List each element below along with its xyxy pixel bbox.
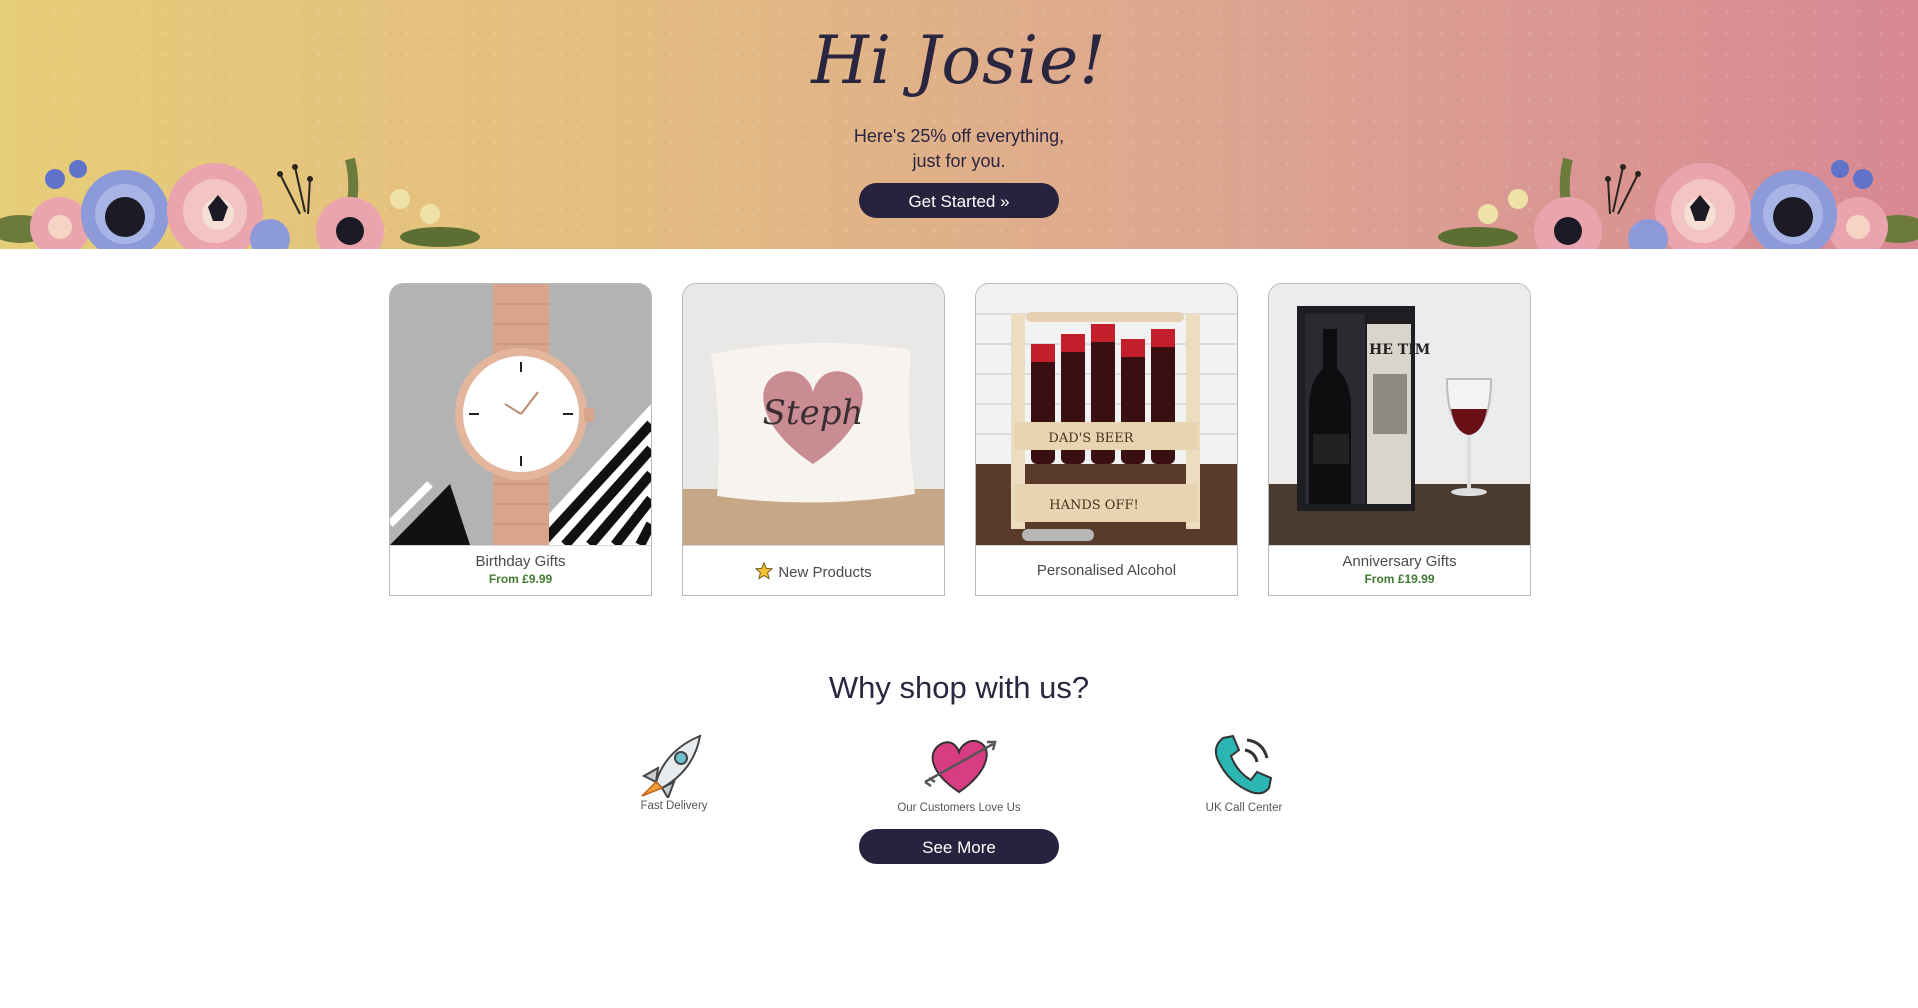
category-card-anniversary[interactable]: HE TIM Anniversary Gifts From £19.99	[1268, 283, 1531, 596]
personalised-alcohol-caption: Personalised Alcohol	[976, 545, 1237, 595]
get-started-button[interactable]: Get Started »	[859, 183, 1059, 218]
phone-icon	[1214, 734, 1273, 795]
svg-text:HANDS OFF!: HANDS OFF!	[1049, 498, 1138, 513]
feature-fast-delivery: Fast Delivery	[594, 730, 754, 812]
card-title: New Products	[778, 564, 872, 581]
svg-text:DAD'S BEER: DAD'S BEER	[1048, 431, 1134, 446]
new-products-image: Steph	[683, 284, 944, 545]
category-cards: Birthday Gifts From £9.99 Steph New Prod…	[389, 283, 1531, 597]
anniversary-gifts-caption: Anniversary Gifts From £19.99	[1269, 545, 1530, 595]
feature-label: Our Customers Love Us	[897, 802, 1021, 814]
svg-text:HE TIM: HE TIM	[1369, 342, 1430, 358]
rocket-icon	[641, 734, 702, 798]
birthday-gifts-caption: Birthday Gifts From £9.99	[390, 545, 651, 595]
why-shop-title: Why shop with us?	[828, 670, 1090, 705]
card-price: From £9.99	[488, 572, 553, 586]
card-title: Birthday Gifts	[475, 553, 566, 570]
anniversary-gifts-image: HE TIM	[1269, 284, 1530, 545]
feature-uk-call-center: UK Call Center	[1164, 730, 1324, 814]
birthday-gifts-image	[390, 284, 651, 545]
category-card-personalised-alcohol[interactable]: DAD'S BEER HANDS OFF! Personalised Alcoh…	[975, 283, 1238, 596]
feature-customers-love-us: Our Customers Love Us	[879, 730, 1039, 814]
feature-label: Fast Delivery	[640, 800, 708, 812]
category-card-new-products[interactable]: Steph New Products	[682, 283, 945, 596]
category-card-birthday[interactable]: Birthday Gifts From £9.99	[389, 283, 652, 596]
card-title: Anniversary Gifts	[1342, 553, 1457, 570]
card-title: Personalised Alcohol	[1036, 562, 1177, 579]
new-products-caption: New Products	[683, 545, 944, 595]
card-price: From £19.99	[1364, 572, 1435, 586]
hero-greeting: Hi Josie!	[811, 22, 1107, 99]
svg-text:Steph: Steph	[763, 393, 864, 433]
hero-subtext-line1: Here's 25% off everything,	[853, 126, 1065, 146]
hero-banner: Hi Josie! Here's 25% off everything, jus…	[0, 0, 1918, 249]
feature-label: UK Call Center	[1205, 802, 1283, 814]
heart-arrow-icon	[924, 740, 997, 794]
personalised-alcohol-image: DAD'S BEER HANDS OFF!	[976, 284, 1237, 545]
hero-subtext-line2: just for you.	[912, 151, 1006, 171]
card-title-row: New Products	[683, 546, 944, 581]
hero-subtext: Here's 25% off everything, just for you.	[0, 124, 1918, 174]
star-icon	[755, 562, 774, 580]
see-more-button[interactable]: See More	[859, 829, 1059, 864]
